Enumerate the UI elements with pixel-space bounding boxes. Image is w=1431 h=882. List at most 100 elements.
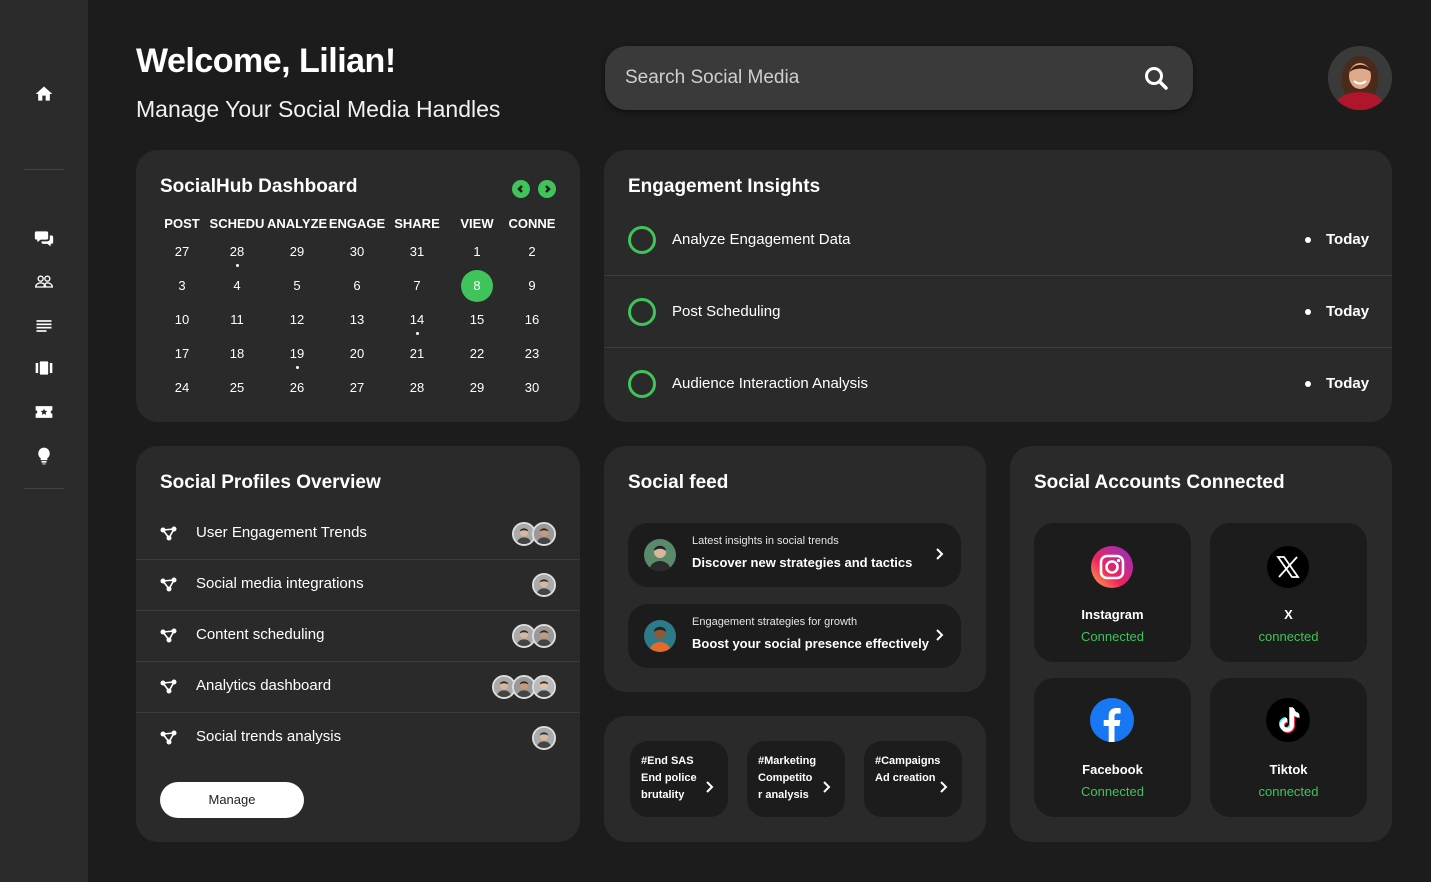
calendar-day[interactable]: 31 [401,236,433,268]
manage-button[interactable]: Manage [160,782,304,818]
share-nodes-icon [160,526,178,542]
engagement-label: Audience Interaction Analysis [672,375,868,392]
calendar-day[interactable]: 10 [166,304,198,336]
account-tile[interactable]: Xconnected [1210,523,1367,662]
hashtag-line: brutality [641,789,685,801]
calendar-day[interactable]: 13 [341,304,373,336]
calendar-title: SocialHub Dashboard [160,176,358,197]
feed-item[interactable]: Engagement strategies for growth Boost yo… [628,604,961,668]
profile-label: Analytics dashboard [196,677,332,694]
account-name: Tiktok [1269,762,1308,777]
calendar-day[interactable]: 20 [341,338,373,370]
engagement-when: Today [1326,303,1370,320]
sidebar [0,0,88,882]
hashtag-line: r analysis [758,789,809,801]
calendar-day[interactable]: 6 [341,270,373,302]
feed-headline: Boost your social presence effectively [692,636,929,651]
calendar-day[interactable]: 3 [166,270,198,302]
account-tile[interactable]: Facebook Connected [1034,678,1191,817]
engagement-label: Post Scheduling [672,303,781,320]
calendar-header: SCHEDU [209,216,265,231]
status-ring-icon [628,298,656,326]
calendar-header: SHARE [394,216,440,231]
social-feed-card: Social feed Latest insights in social tr… [604,446,986,692]
bullet-icon [1305,309,1311,315]
calendar-day[interactable]: 26 [281,372,313,404]
account-status: Connected [1081,784,1144,799]
account-tile[interactable]: Tiktok connected [1210,678,1367,817]
calendar-day[interactable]: 29 [461,372,493,404]
account-status: connected [1258,629,1319,644]
hashtag-chip[interactable]: #Marketing Competito r analysis [747,741,845,817]
calendar-header: ANALYZE [267,216,327,231]
feed-headline: Discover new strategies and tactics [692,555,913,570]
engagement-when: Today [1326,375,1370,392]
feed-item[interactable]: Latest insights in social trends Discover… [628,523,961,587]
search-icon[interactable] [1143,65,1169,91]
lightbulb-icon[interactable] [32,444,56,468]
feed-avatar [644,539,676,571]
calendar-day[interactable]: 9 [516,270,548,302]
hashtag-line: #Campaigns [875,755,941,767]
calendar-day[interactable]: 23 [516,338,548,370]
hashtag-line: #Marketing [758,755,817,767]
calendar-day[interactable]: 1 [461,236,493,268]
profile-label: Social media integrations [196,575,364,592]
people-icon[interactable] [32,270,56,294]
user-avatar[interactable] [1328,46,1392,110]
account-tile[interactable]: Instagram Connected [1034,523,1191,662]
calendar-day[interactable]: 15 [461,304,493,336]
engagement-item[interactable]: Analyze Engagement Data Today [604,204,1392,276]
hashtag-line: End police [641,772,697,784]
calendar-day[interactable]: 27 [166,236,198,268]
profile-label: Social trends analysis [196,728,342,745]
account-name: X [1284,607,1293,622]
home-icon[interactable] [32,82,56,106]
x-icon [1266,545,1310,589]
chevron-right-icon [935,547,945,561]
calendar-day[interactable]: 4 [221,270,253,302]
sidebar-divider [24,488,64,489]
calendar-day[interactable]: 25 [221,372,253,404]
search-input[interactable] [625,46,1125,110]
calendar-day[interactable]: 12 [281,304,313,336]
engagement-item[interactable]: Audience Interaction Analysis Today [604,348,1392,420]
list-icon[interactable] [32,314,56,338]
calendar-day[interactable]: 21 [401,338,433,370]
calendar-day[interactable]: 28 [401,372,433,404]
calendar-day-selected[interactable]: 8 [461,270,493,302]
profile-item[interactable]: Analytics dashboard [136,662,580,713]
chat-icon[interactable] [32,226,56,250]
prev-month-button[interactable] [512,180,530,198]
calendar-day[interactable]: 16 [516,304,548,336]
calendar-day[interactable]: 7 [401,270,433,302]
welcome-subtitle: Manage Your Social Media Handles [136,96,501,122]
calendar-day[interactable]: 30 [516,372,548,404]
hashtag-chip[interactable]: #Campaigns Ad creation [864,741,962,817]
calendar-day[interactable]: 29 [281,236,313,268]
chevron-right-icon [705,780,714,794]
calendar-day[interactable]: 22 [461,338,493,370]
profile-item[interactable]: Social media integrations [136,560,580,611]
profile-label: User Engagement Trends [196,524,367,541]
calendar-day[interactable]: 17 [166,338,198,370]
calendar-day[interactable]: 30 [341,236,373,268]
account-name: Facebook [1082,762,1143,777]
hashtag-chip[interactable]: #End SAS End police brutality [630,741,728,817]
calendar-day[interactable]: 2 [516,236,548,268]
calendar-day[interactable]: 27 [341,372,373,404]
calendar-day[interactable]: 5 [281,270,313,302]
calendar-day[interactable]: 18 [221,338,253,370]
facebook-icon [1090,698,1134,742]
engagement-item[interactable]: Post Scheduling Today [604,276,1392,348]
calendar-day[interactable]: 11 [221,304,253,336]
profile-avatar [532,726,556,750]
profile-item[interactable]: User Engagement Trends [136,509,580,560]
profile-item[interactable]: Social trends analysis [136,713,580,764]
calendar-day[interactable]: 24 [166,372,198,404]
next-month-button[interactable] [538,180,556,198]
carousel-icon[interactable] [32,356,56,380]
ticket-icon[interactable] [32,400,56,424]
profile-item[interactable]: Content scheduling [136,611,580,662]
share-nodes-icon [160,730,178,746]
